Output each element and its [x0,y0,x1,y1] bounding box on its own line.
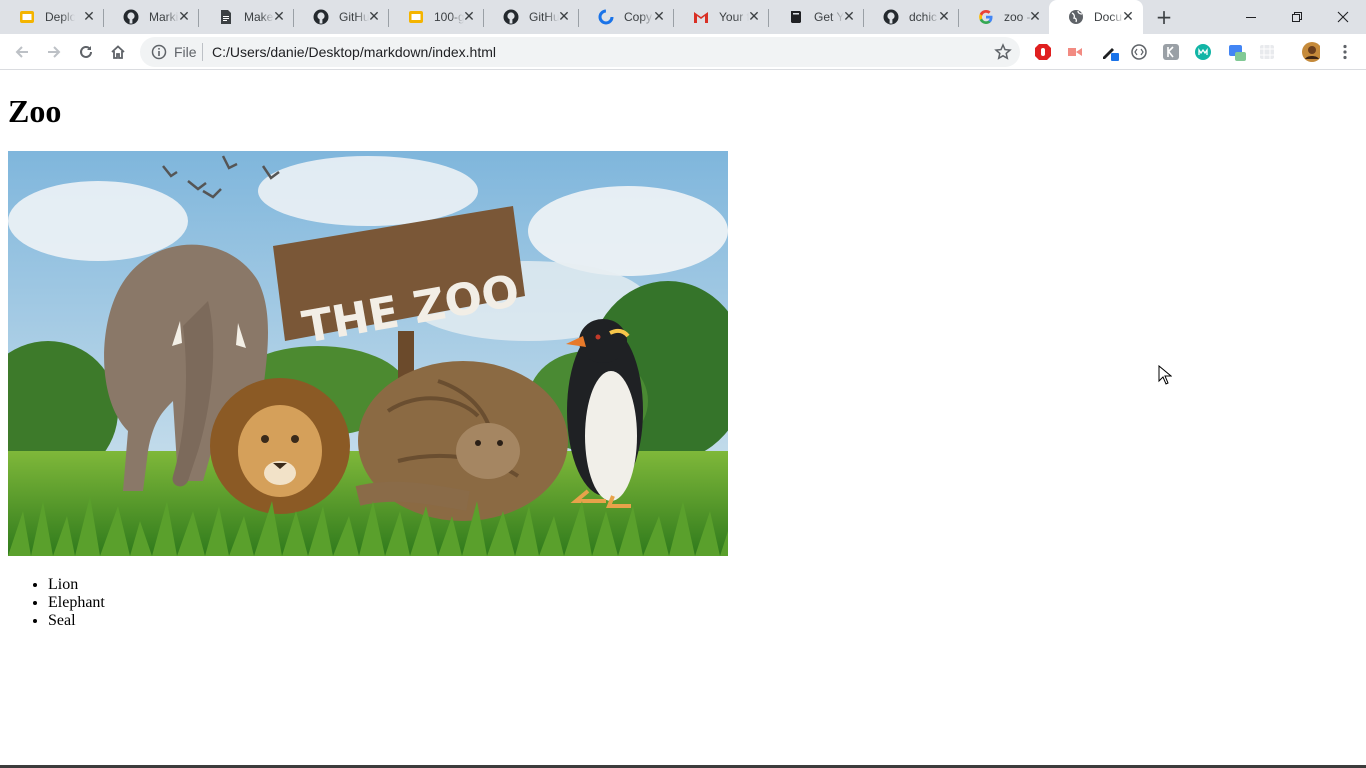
tab-5[interactable]: GitHu ✕ [484,0,579,34]
tab-3[interactable]: GitHu ✕ [294,0,389,34]
tab-title: Docu [1094,10,1123,24]
tab-close-button[interactable]: ✕ [652,10,666,24]
address-bar[interactable]: File C:/Users/danie/Desktop/markdown/ind… [140,37,1020,67]
tab-2[interactable]: Make ✕ [199,0,294,34]
page-content: Zoo THE ZOO • Lion • Elephant • Seal [0,71,1366,768]
restore-icon [1292,12,1302,22]
address-separator [202,43,203,61]
tab-title: Get Y [814,10,844,24]
screen-recorder-extension-icon[interactable] [1066,43,1084,61]
reload-icon [80,45,92,58]
tab-title: GitHu [529,10,559,24]
github-icon [503,9,519,25]
tab-close-button[interactable]: ✕ [557,10,571,24]
github-icon [883,9,899,25]
tab-title: Marki [149,10,179,24]
copy-icon [598,9,614,25]
adblock-extension-icon[interactable] [1034,43,1052,61]
minimize-button[interactable] [1228,0,1274,34]
list-item: Elephant [48,594,105,612]
tab-close-button[interactable]: ✕ [272,10,286,24]
k-extension-icon[interactable] [1162,43,1180,61]
tab-7[interactable]: Your f ✕ [674,0,769,34]
tab-close-button[interactable]: ✕ [82,10,96,24]
code-extension-icon[interactable] [1130,43,1148,61]
tab-title: Deplo [45,10,75,24]
color-picker-extension-icon[interactable] [1101,43,1119,61]
info-icon[interactable] [151,44,167,60]
tab-close-button[interactable]: ✕ [937,10,951,24]
list-item: Lion [48,576,105,594]
animal-list: Lion Elephant Seal [48,576,105,630]
tab-strip: Deplo ✕ Marki ✕ Make ✕ GitHu ✕ 100-g ✕ G… [0,0,1366,34]
close-window-button[interactable] [1320,0,1366,34]
menu-kebab-icon[interactable] [1336,43,1354,61]
restore-button[interactable] [1274,0,1320,34]
new-tab-button[interactable]: + [1152,5,1176,29]
gmail-icon [693,9,709,25]
scheme-label: File [174,44,197,60]
globe-icon [1068,9,1084,25]
home-button[interactable] [104,38,132,66]
zoo-image: THE ZOO [8,151,728,556]
book-icon [788,9,804,25]
tab-title: dchic [909,10,938,24]
tab-1[interactable]: Marki ✕ [104,0,199,34]
back-button[interactable] [8,38,36,66]
profile-avatar[interactable] [1302,42,1320,62]
tab-6[interactable]: Copy ✕ [579,0,674,34]
list-item: Seal [48,612,105,630]
tab-9[interactable]: dchic ✕ [864,0,959,34]
tab-close-button[interactable]: ✕ [367,10,381,24]
minimize-icon [1246,17,1256,18]
tab-8[interactable]: Get Y ✕ [769,0,864,34]
tab-title: 100-g [434,10,464,24]
tab-close-button[interactable]: ✕ [1028,10,1042,24]
back-arrow-icon [15,46,28,58]
tab-10[interactable]: zoo - ✕ [959,0,1050,34]
tab-title: Copy [624,10,653,24]
tab-4[interactable]: 100-g ✕ [389,0,484,34]
forward-arrow-icon [48,46,61,58]
tab-11-active[interactable]: Docu ✕ [1049,0,1143,34]
bookmark-star-icon[interactable] [994,43,1012,61]
forward-button[interactable] [40,38,68,66]
calendar-extension-icon[interactable] [1228,43,1246,61]
tab-close-button[interactable]: ✕ [747,10,761,24]
url-text[interactable]: C:/Users/danie/Desktop/markdown/index.ht… [212,44,496,60]
google-icon [978,9,994,25]
tab-close-button[interactable]: ✕ [1121,10,1135,24]
google-docs-icon [218,9,234,25]
tab-close-button[interactable]: ✕ [462,10,476,24]
tab-title: GitHu [339,10,369,24]
m-extension-icon[interactable] [1194,43,1212,61]
page-heading: Zoo [8,93,62,129]
tab-close-button[interactable]: ✕ [177,10,191,24]
reload-button[interactable] [72,38,100,66]
tab-title: Your f [719,10,749,24]
grid-extension-icon[interactable] [1258,43,1276,61]
home-icon [111,45,125,59]
github-icon [313,9,329,25]
tab-title: Make [244,10,274,24]
google-slides-icon [19,9,35,25]
google-slides-icon [408,9,424,25]
tab-0[interactable]: Deplo ✕ [0,0,104,34]
close-icon [1337,11,1349,23]
mouse-pointer-icon [1158,365,1172,385]
github-icon [123,9,139,25]
tab-close-button[interactable]: ✕ [842,10,856,24]
